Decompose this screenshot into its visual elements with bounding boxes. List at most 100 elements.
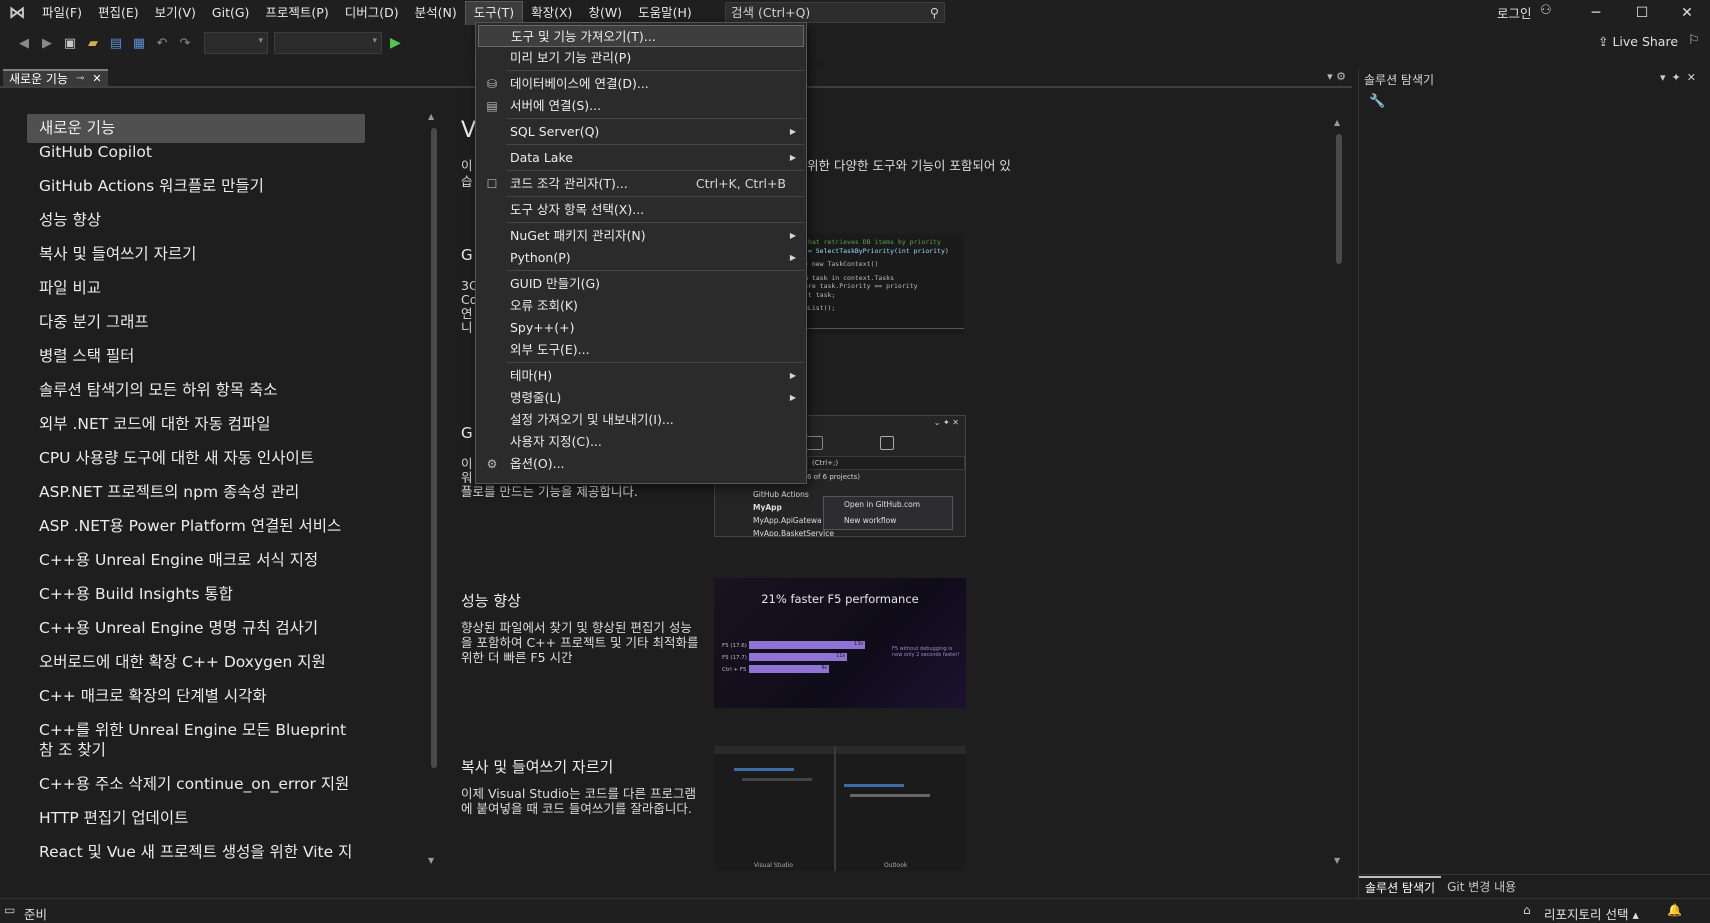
open-folder-icon[interactable]: ▰	[83, 33, 103, 53]
menu-item-import-export-settings[interactable]: 설정 가져오기 및 내보내기(I)...	[478, 409, 804, 431]
menu-item-connect-server[interactable]: ▤ 서버에 연결(S)...	[478, 95, 804, 117]
login-link[interactable]: 로그인	[1497, 3, 1532, 22]
bar: 13s	[749, 641, 865, 649]
save-all-icon[interactable]: ▦	[129, 33, 149, 53]
section-heading-copy-indent: 복사 및 들여쓰기 자르기	[461, 758, 614, 776]
configuration-dropdown[interactable]	[204, 32, 268, 54]
feedback-icon[interactable]: ⚐	[1688, 33, 1700, 48]
menu-item-preview-features[interactable]: 미리 보기 기능 관리(P)	[478, 47, 804, 69]
list-item[interactable]: ASP.NET 프로젝트의 npm 종속성 관리	[39, 482, 359, 502]
panel-title: 솔루션 탐색기	[1364, 73, 1435, 87]
new-project-icon[interactable]: ▣	[60, 33, 80, 53]
list-item[interactable]: HTTP 편집기 업데이트	[39, 808, 359, 828]
list-item[interactable]: 성능 향상	[39, 210, 359, 230]
menu-edit[interactable]: 편집(E)	[90, 1, 147, 25]
pin-icon[interactable]: ⊸	[76, 73, 84, 84]
menu-item-python[interactable]: Python(P) ▶	[478, 247, 804, 269]
list-item[interactable]: CPU 사용량 도구에 대한 새 자동 인사이트	[39, 448, 359, 468]
menu-item-command-line[interactable]: 명령줄(L) ▶	[478, 387, 804, 409]
menu-analyze[interactable]: 분석(N)	[407, 1, 465, 25]
list-item[interactable]: 파일 비교	[39, 278, 359, 298]
visual-studio-logo-icon[interactable]: ⋈	[0, 0, 34, 26]
tab-solution-explorer[interactable]: 솔루션 탐색기	[1359, 875, 1442, 898]
menu-item-nuget[interactable]: NuGet 패키지 관리자(N) ▶	[478, 225, 804, 247]
redo-icon[interactable]: ↷	[175, 33, 195, 53]
menu-git[interactable]: Git(G)	[204, 1, 258, 25]
output-icon[interactable]: ▭	[4, 903, 15, 917]
search-input[interactable]: 검색 (Ctrl+Q) ⚲	[725, 2, 945, 23]
minimize-button[interactable]: ─	[1573, 0, 1619, 26]
list-item[interactable]: 새로운 기능	[27, 114, 365, 143]
menu-separator	[506, 118, 804, 119]
scroll-thumb[interactable]	[431, 128, 437, 768]
close-icon[interactable]: ✕	[92, 72, 101, 85]
menu-file[interactable]: 파일(F)	[34, 1, 90, 25]
list-scrollbar[interactable]: ▲ ▼	[428, 112, 438, 868]
notification-bell-icon[interactable]: 🔔	[1667, 903, 1682, 917]
wrench-icon[interactable]: 🔧	[1369, 94, 1385, 109]
menu-separator	[506, 170, 804, 171]
list-item[interactable]: 다중 분기 그래프	[39, 312, 359, 332]
list-item[interactable]: 병렬 스택 필터	[39, 346, 359, 366]
menu-debug[interactable]: 디버그(D)	[337, 1, 407, 25]
list-item[interactable]: 솔루션 탐색기의 모든 하위 항목 축소	[39, 380, 359, 400]
menu-item-snippets-manager[interactable]: ☐ 코드 조각 관리자(T)... Ctrl+K, Ctrl+B	[478, 173, 804, 195]
bar-label: F5 (17.6)	[722, 643, 747, 649]
menu-item-customize[interactable]: 사용자 지정(C)...	[478, 431, 804, 453]
undo-icon[interactable]: ↶	[152, 33, 172, 53]
list-item[interactable]: React 및 Vue 새 프로젝트 생성을 위한 Vite 지	[39, 842, 359, 862]
menu-item-connect-database[interactable]: ⛁ 데이터베이스에 연결(D)...	[478, 73, 804, 95]
tab-git-changes[interactable]: Git 변경 내용	[1441, 878, 1522, 895]
menu-project[interactable]: 프로젝트(P)	[257, 1, 336, 25]
menu-item-spy[interactable]: Spy++(+)	[478, 317, 804, 339]
back-icon[interactable]: ◀	[14, 33, 34, 53]
scroll-thumb[interactable]	[1336, 134, 1342, 264]
menu-item-error-lookup[interactable]: 오류 조회(K)	[478, 295, 804, 317]
list-item[interactable]: C++를 위한 Unreal Engine 모든 Blueprint 참 조 찾…	[39, 720, 359, 760]
save-icon[interactable]: ▤	[106, 33, 126, 53]
list-item[interactable]: C++용 Build Insights 통합	[39, 584, 359, 604]
menu-item-toolbox-items[interactable]: 도구 상자 항목 선택(X)...	[478, 199, 804, 221]
panel-controls-icon[interactable]: ▾✦✕	[1660, 71, 1702, 84]
menu-item-label: Spy++(+)	[510, 320, 575, 335]
menu-item-theme[interactable]: 테마(H) ▶	[478, 365, 804, 387]
live-share-button[interactable]: ⇪ Live Share	[1598, 34, 1678, 49]
list-item[interactable]: 외부 .NET 코드에 대한 자동 컴파일	[39, 414, 359, 434]
maximize-button[interactable]: ☐	[1619, 0, 1665, 26]
select-repository-button[interactable]: 리포지토리 선택 ▴	[1544, 904, 1639, 923]
account-icon[interactable]: ⚇	[1540, 3, 1552, 18]
scroll-down-icon[interactable]: ▼	[428, 856, 434, 865]
menu-item-sql-server[interactable]: SQL Server(Q) ▶	[478, 121, 804, 143]
shot-label: Outlook	[884, 862, 908, 869]
menu-item-create-guid[interactable]: GUID 만들기(G)	[478, 273, 804, 295]
list-item[interactable]: 복사 및 들여쓰기 자르기	[39, 244, 359, 264]
tab-whats-new[interactable]: 새로운 기능 ⊸ ✕	[3, 69, 108, 86]
menu-item-external-tools[interactable]: 외부 도구(E)...	[478, 339, 804, 361]
close-window-button[interactable]: ✕	[1664, 0, 1710, 26]
forward-icon[interactable]: ▶	[37, 33, 57, 53]
menu-item-get-tools[interactable]: 도구 및 기능 가져오기(T)...	[478, 25, 804, 47]
scroll-down-icon[interactable]: ▼	[1334, 856, 1340, 865]
scroll-up-icon[interactable]: ▲	[428, 112, 434, 121]
start-debug-icon[interactable]: ▶	[390, 35, 401, 51]
list-item[interactable]: GitHub Copilot	[39, 142, 359, 162]
list-item[interactable]: ASP .NET용 Power Platform 연결된 서비스	[39, 516, 359, 536]
list-item[interactable]: C++용 Unreal Engine 명명 규칙 검사기	[39, 618, 359, 638]
menu-separator	[506, 144, 804, 145]
list-item[interactable]: C++용 Unreal Engine 매크로 서식 지정	[39, 550, 359, 570]
section-text: 연	[461, 306, 473, 321]
menu-separator	[506, 270, 804, 271]
scroll-up-icon[interactable]: ▲	[1334, 118, 1340, 127]
tab-overflow-icon[interactable]: ▾ ⚙	[1327, 70, 1346, 83]
list-item[interactable]: GitHub Actions 워크플로 만들기	[39, 176, 359, 196]
list-item[interactable]: C++용 주소 삭제기 continue_on_error 지원	[39, 774, 359, 794]
intro-fragment-2: 위한 다양한 도구와 기능이 포함되어 있	[807, 158, 1011, 173]
content-scrollbar[interactable]: ▲ ▼	[1334, 118, 1344, 868]
menu-item-options[interactable]: ⚙ 옵션(O)...	[478, 453, 804, 475]
platform-dropdown[interactable]	[274, 32, 382, 54]
gear-icon: ⚙	[486, 457, 498, 471]
list-item[interactable]: 오버로드에 대한 확장 C++ Doxygen 지원	[39, 652, 359, 672]
list-item[interactable]: C++ 매크로 확장의 단계별 시각화	[39, 686, 359, 706]
menu-view[interactable]: 보기(V)	[147, 1, 204, 25]
menu-item-data-lake[interactable]: Data Lake ▶	[478, 147, 804, 169]
